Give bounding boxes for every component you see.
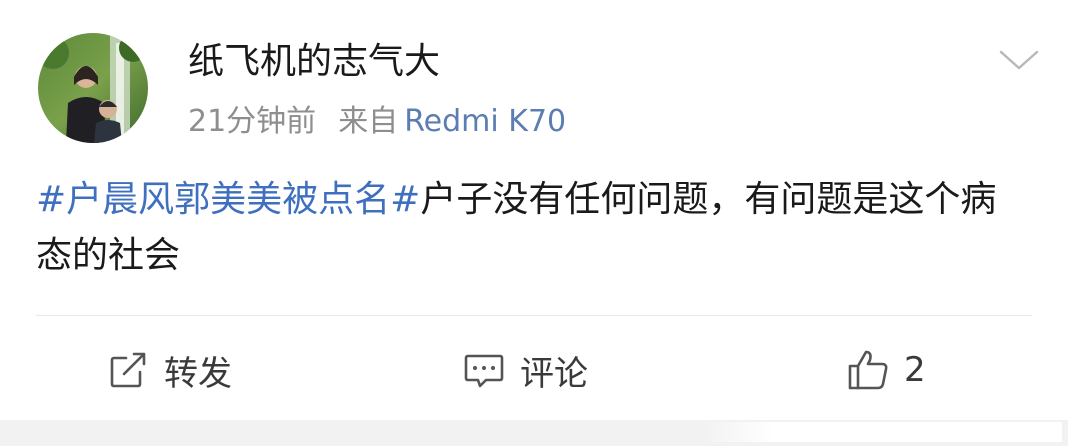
comment-button[interactable]: 评论 bbox=[462, 342, 588, 398]
repost-icon bbox=[110, 352, 146, 388]
divider bbox=[36, 315, 1032, 316]
source-prefix: 来自 bbox=[338, 104, 399, 139]
author-avatar[interactable] bbox=[38, 33, 148, 143]
author-name[interactable]: 纸飞机的志气大 bbox=[188, 36, 440, 88]
watermark bbox=[702, 422, 1062, 442]
comment-label: 评论 bbox=[520, 353, 588, 394]
post-meta: 21分钟前 来自 Redmi K70 bbox=[188, 100, 566, 144]
thumbs-up-icon bbox=[848, 350, 888, 390]
device-source[interactable]: Redmi K70 bbox=[404, 104, 566, 139]
comment-icon bbox=[464, 354, 504, 388]
bottom-bar bbox=[0, 420, 1068, 446]
chevron-down-icon[interactable] bbox=[998, 44, 1040, 76]
like-count: 2 bbox=[904, 350, 926, 390]
weibo-post-card: 纸飞机的志气大 21分钟前 来自 Redmi K70 #户晨风郭美美被点名#户子没有… bbox=[0, 0, 1068, 446]
post-time: 21分钟前 bbox=[188, 104, 317, 139]
avatar-photo bbox=[38, 33, 148, 143]
topic-hashtag[interactable]: #户晨风郭美美被点名# bbox=[36, 179, 420, 220]
repost-label: 转发 bbox=[164, 353, 232, 394]
post-content: #户晨风郭美美被点名#户子没有任何问题，有问题是这个病态的社会 bbox=[36, 172, 1026, 284]
like-button[interactable]: 2 bbox=[846, 342, 926, 398]
repost-button[interactable]: 转发 bbox=[106, 342, 232, 398]
